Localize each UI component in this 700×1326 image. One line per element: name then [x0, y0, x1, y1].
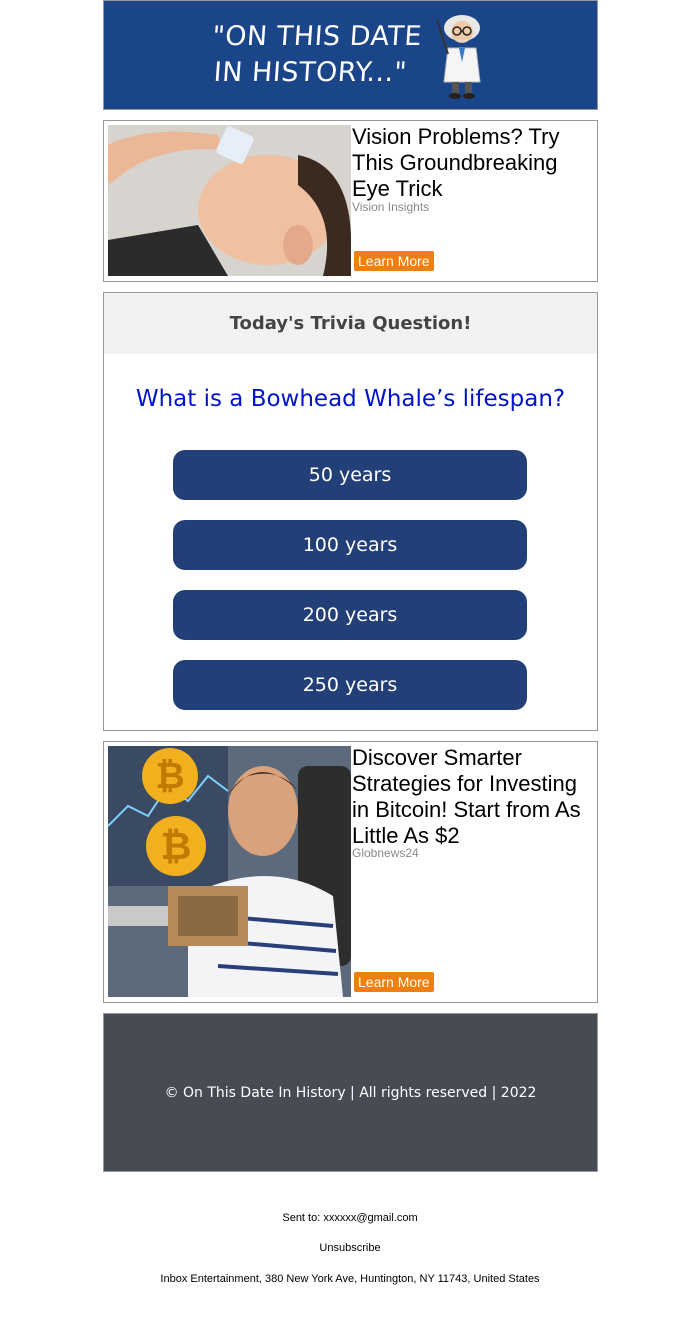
ad-vision-image[interactable]	[108, 125, 351, 276]
ad-bitcoin[interactable]: ₿ ₿ Discover Smarter Strategies for Inve…	[103, 741, 598, 1003]
copyright-text: © On This Date In History | All rights r…	[164, 1084, 537, 1101]
answer-button[interactable]: 250 years	[173, 660, 527, 710]
answer-button[interactable]: 50 years	[173, 450, 527, 500]
ad-bitcoin-source: Globnews24	[352, 846, 419, 860]
ad-bitcoin-image[interactable]: ₿ ₿	[108, 746, 351, 997]
ad-vision-title[interactable]: Vision Problems? Try This Groundbreaking…	[352, 124, 591, 202]
ad-vision[interactable]: Vision Problems? Try This Groundbreaking…	[103, 120, 598, 282]
trivia-question: What is a Bowhead Whale’s lifespan?	[135, 386, 566, 412]
ad-bitcoin-learn-more-button[interactable]: Learn More	[354, 972, 434, 992]
sent-to-text: Sent to: xxxxxx@gmail.com	[282, 1212, 418, 1224]
answer-button[interactable]: 100 years	[173, 520, 527, 570]
address-text: Inbox Entertainment, 380 New York Ave, H…	[160, 1273, 540, 1285]
ad-bitcoin-title[interactable]: Discover Smarter Strategies for Investin…	[352, 745, 591, 849]
svg-text:₿: ₿	[161, 824, 192, 868]
trivia-heading: Today's Trivia Question!	[104, 293, 597, 354]
logo-text: "ON THIS DATE IN HISTORY..."	[208, 19, 423, 91]
professor-mascot-icon	[436, 15, 481, 99]
footer: © On This Date In History | All rights r…	[103, 1013, 598, 1172]
trivia-card: Today's Trivia Question! What is a Bowhe…	[103, 292, 598, 731]
ad-vision-source: Vision Insights	[352, 200, 430, 214]
logo-line-1: "ON THIS DATE	[210, 21, 423, 52]
unsubscribe-link[interactable]: Unsubscribe	[0, 1242, 700, 1254]
answer-button[interactable]: 200 years	[173, 590, 527, 640]
ad-vision-learn-more-button[interactable]: Learn More	[354, 251, 434, 271]
svg-text:₿: ₿	[155, 756, 184, 797]
header-banner: "ON THIS DATE IN HISTORY..."	[103, 0, 598, 110]
logo-line-2: IN HISTORY..."	[212, 57, 408, 88]
